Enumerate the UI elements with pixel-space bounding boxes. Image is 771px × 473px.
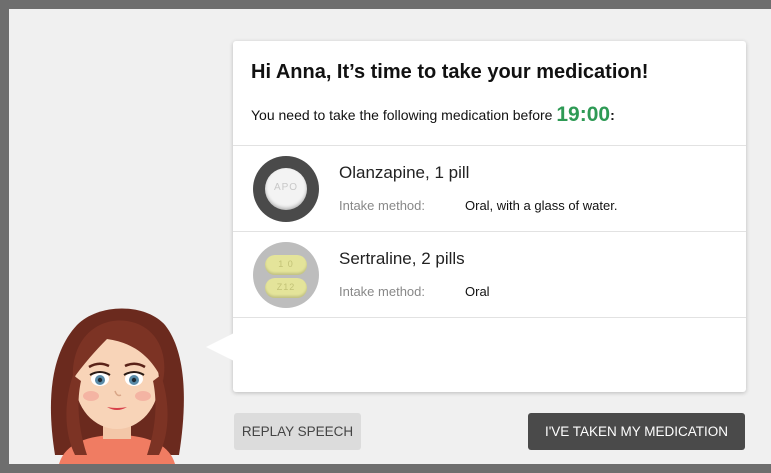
capsule-shape: 1 0 (265, 255, 307, 275)
speech-bubble-tail (206, 333, 234, 361)
deadline-time: 19:00 (556, 103, 611, 126)
avatar-pupil (131, 377, 137, 383)
instruction-text: You need to take the following medicatio… (251, 103, 615, 127)
medication-name: Olanzapine, 1 pill (339, 163, 470, 182)
white-round-tablet-icon: APO (253, 156, 319, 222)
reminder-card: Hi Anna, It’s time to take your medicati… (233, 41, 746, 392)
instruction-label: You need to take the following medicatio… (251, 107, 553, 123)
capsule-imprint: Z12 (276, 282, 296, 292)
capsule-shape: Z12 (265, 278, 307, 298)
intake-method-label: Intake method: (339, 198, 425, 213)
avatar-cheek (135, 391, 151, 401)
avatar-pupil (97, 377, 103, 383)
deadline-suffix: : (610, 107, 615, 123)
empty-row (233, 317, 746, 404)
intake-method-value: Oral, with a glass of water. (465, 198, 618, 213)
medication-row: 1 0 Z12 Sertraline, 2 pills Intake metho… (233, 231, 746, 318)
greeting-title: Hi Anna, It’s time to take your medicati… (251, 61, 649, 83)
intake-method-value: Oral (465, 284, 490, 299)
assistant-avatar (50, 308, 184, 464)
replay-speech-button[interactable]: REPLAY SPEECH (234, 413, 361, 450)
capsule-imprint: 1 0 (278, 259, 294, 269)
avatar-cheek (83, 391, 99, 401)
medication-row: APO Olanzapine, 1 pill Intake method: Or… (233, 145, 746, 232)
medication-taken-button[interactable]: I'VE TAKEN MY MEDICATION (528, 413, 745, 450)
yellow-capsule-tablets-icon: 1 0 Z12 (253, 242, 319, 308)
medication-name: Sertraline, 2 pills (339, 249, 465, 268)
app-window: Hi Anna, It’s time to take your medicati… (0, 0, 771, 473)
main-stage: Hi Anna, It’s time to take your medicati… (9, 9, 771, 464)
tablet-imprint: APO (273, 182, 299, 193)
intake-method-label: Intake method: (339, 284, 425, 299)
tablet-shape: APO (265, 168, 307, 210)
